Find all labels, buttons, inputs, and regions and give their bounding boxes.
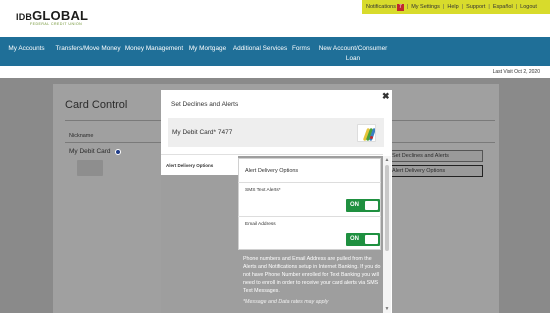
help-link[interactable]: Help [447, 4, 458, 10]
separator: | [488, 4, 490, 10]
card-name: My Debit Card [69, 148, 111, 155]
nav-forms[interactable]: Forms [290, 37, 312, 54]
card-control-title: Card Control [65, 99, 128, 111]
separator: | [461, 4, 464, 10]
nav-new-account-consumer-loan[interactable]: New Account/Consumer Loan [312, 37, 394, 64]
tab-alert-delivery-options[interactable]: Alert Delivery Options [161, 156, 238, 175]
close-icon[interactable]: ✖ [382, 91, 390, 102]
notifications-count-badge: 7 [396, 3, 404, 11]
scroll-down-arrow-icon[interactable]: ▼ [384, 306, 390, 312]
scroll-up-arrow-icon[interactable]: ▲ [384, 157, 390, 163]
divider [161, 154, 383, 155]
last-visit-text: Last Visit Oct 2, 2020 [492, 69, 540, 75]
divider [238, 216, 381, 217]
info-icon[interactable] [114, 148, 121, 155]
rates-disclaimer: *Message and Data rates may apply [243, 299, 329, 305]
logout-link[interactable]: Logout [520, 4, 537, 10]
toggle-state-text: ON [350, 236, 359, 242]
email-address-toggle[interactable]: ON [346, 233, 380, 246]
modal-title: Set Declines and Alerts [171, 101, 239, 108]
nav-transfers-move-money[interactable]: Transfers/Move Money [53, 37, 123, 54]
espanol-link[interactable]: Español [493, 4, 513, 10]
nav-my-accounts[interactable]: My Accounts [0, 37, 53, 54]
nav-my-mortgage[interactable]: My Mortgage [185, 37, 230, 54]
delivery-info-text: Phone numbers and Email Address are pull… [243, 256, 381, 294]
sms-text-alerts-label: SMS Text Alerts* [245, 188, 281, 193]
card-thumbnail [77, 160, 103, 176]
divider [238, 182, 381, 183]
separator: | [515, 4, 518, 10]
toggle-knob [365, 201, 378, 210]
email-address-label: Email Address [245, 222, 276, 227]
card-logo-dot [370, 136, 373, 139]
nav-money-management[interactable]: Money Management [123, 37, 185, 54]
sms-text-alerts-toggle[interactable]: ON [346, 199, 380, 212]
logo-global-text: GLOBAL [32, 8, 89, 23]
utility-bar: Notifications 7 | My Settings | Help | Su… [362, 0, 550, 14]
debit-card-image [357, 124, 376, 142]
separator: | [406, 4, 409, 10]
toggle-knob [365, 235, 378, 244]
separator: | [442, 4, 445, 10]
idb-global-logo[interactable]: IDB GLOBAL FEDERAL CREDIT UNION [16, 8, 88, 26]
selected-card-label: My Debit Card* 7477 [172, 129, 233, 136]
card-name-cell: My Debit Card [69, 148, 121, 155]
set-declines-alerts-button[interactable]: Set Declines and Alerts [385, 150, 483, 162]
scrollbar-thumb[interactable] [385, 165, 389, 251]
logo-subtitle: FEDERAL CREDIT UNION [30, 22, 83, 26]
options-title: Alert Delivery Options [245, 168, 299, 174]
main-nav: My Accounts Transfers/Move Money Money M… [0, 37, 550, 66]
notifications-label: Notifications [366, 3, 396, 10]
logo-idb-text: IDB [16, 12, 33, 22]
toggle-state-text: ON [350, 202, 359, 208]
site-header: IDB GLOBAL FEDERAL CREDIT UNION Notifica… [0, 0, 550, 37]
my-settings-link[interactable]: My Settings [411, 4, 440, 10]
support-link[interactable]: Support [466, 4, 485, 10]
alert-delivery-options-button[interactable]: Alert Delivery Options [385, 165, 483, 177]
nickname-header: Nickname [69, 133, 94, 139]
notifications-link[interactable]: Notifications 7 [366, 3, 404, 11]
nav-additional-services[interactable]: Additional Services [230, 37, 290, 54]
modal-side-nav [161, 156, 238, 313]
